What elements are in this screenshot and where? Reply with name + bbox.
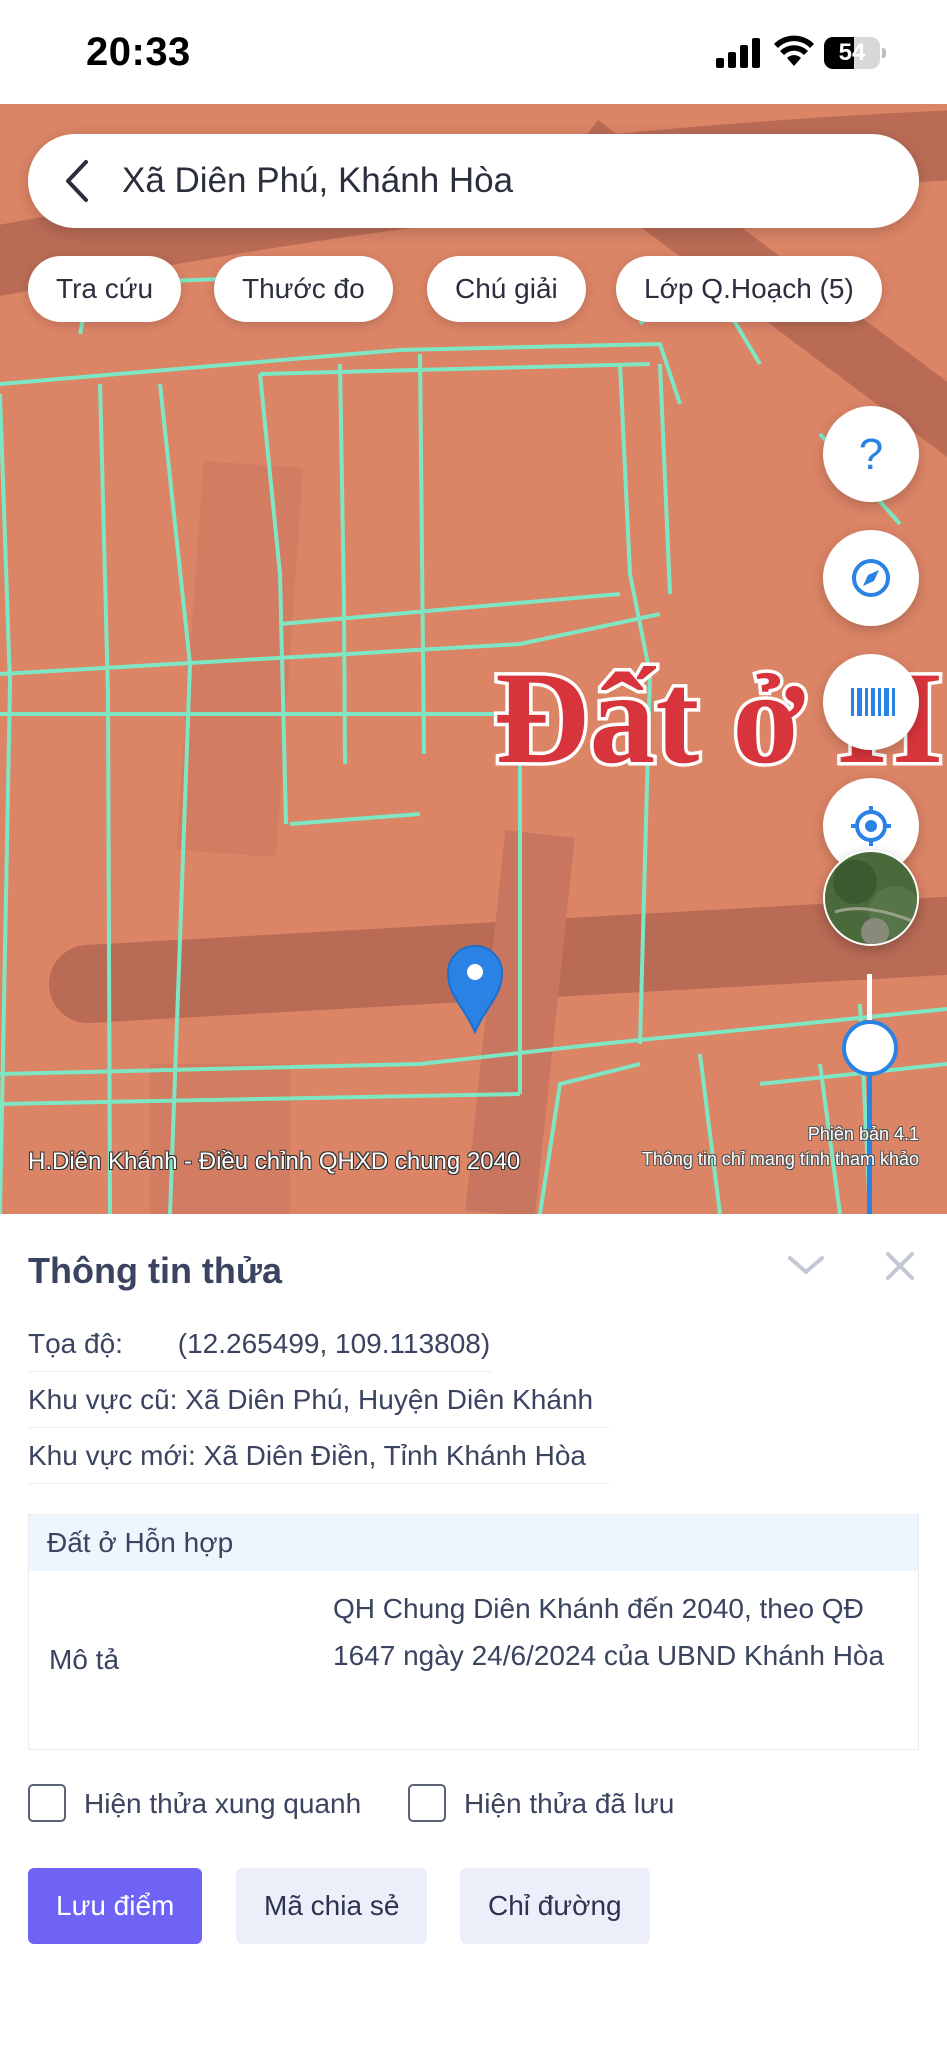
chip-lookup[interactable]: Tra cứu: [28, 256, 182, 322]
location-pin-icon[interactable]: [446, 944, 504, 1034]
coordinates-value: (12.265499, 109.113808): [177, 1328, 491, 1359]
land-use-table: Đất ở Hỗn hợp Mô tả QH Chung Diên Khánh …: [28, 1514, 919, 1750]
show-surrounding-parcels-label[interactable]: Hiện thửa xung quanh: [84, 1782, 361, 1826]
description-value: QH Chung Diên Khánh đến 2040, theo QĐ 16…: [333, 1593, 885, 1671]
old-area-row: Khu vực cũ: Xã Diên Phú, Huyện Diên Khán…: [28, 1372, 610, 1428]
status-time: 20:33: [86, 30, 191, 74]
status-bar: 20:33 54: [0, 0, 947, 104]
show-surrounding-parcels-checkbox[interactable]: [28, 1784, 66, 1822]
directions-button[interactable]: Chỉ đường: [460, 1868, 650, 1944]
old-area-label: Khu vực cũ:: [28, 1384, 178, 1415]
save-point-button[interactable]: Lưu điểm: [28, 1868, 203, 1944]
chip-legend[interactable]: Chú giải: [427, 256, 586, 322]
panel-title: Thông tin thửa: [28, 1250, 283, 1291]
barcode-icon: [851, 688, 895, 716]
show-saved-parcels-label[interactable]: Hiện thửa đã lưu: [464, 1782, 674, 1826]
parcel-info-panel: Thông tin thửa Tọa độ: (12.265499, 109.1…: [0, 1214, 947, 2048]
compass-button[interactable]: [823, 530, 919, 626]
battery-level: 54: [838, 39, 866, 66]
zoom-slider-thumb[interactable]: [842, 1020, 898, 1076]
map-disclaimer: Thông tin chỉ mang tính tham khảo: [641, 1149, 919, 1169]
description-label: Mô tả: [49, 1644, 120, 1675]
help-icon: ?: [859, 430, 883, 479]
map-plan-caption: H.Diên Khánh - Điều chỉnh QHXD chung 204…: [28, 1148, 521, 1175]
wifi-icon: [774, 35, 814, 66]
coordinates-row: Tọa độ: (12.265499, 109.113808): [28, 1316, 492, 1372]
land-use-type: Đất ở Hỗn hợp: [29, 1515, 918, 1571]
show-surrounding-parcels-option[interactable]: Hiện thửa xung quanh: [28, 1782, 388, 1826]
map-version: Phiên bản 4.1: [807, 1124, 919, 1144]
svg-text:?: ?: [859, 430, 883, 479]
search-bar[interactable]: Xã Diên Phú, Khánh Hòa: [28, 134, 919, 228]
close-icon[interactable]: [880, 1246, 920, 1286]
satellite-layer-button[interactable]: [823, 850, 919, 946]
old-area-value: Xã Diên Phú, Huyện Diên Khánh: [185, 1384, 594, 1415]
new-area-label: Khu vực mới:: [28, 1440, 196, 1471]
chip-measure[interactable]: Thước đo: [214, 256, 393, 322]
help-button[interactable]: ?: [823, 406, 919, 502]
barcode-button[interactable]: [823, 654, 919, 750]
coordinates-label: Tọa độ:: [28, 1328, 123, 1359]
chevron-down-icon[interactable]: [786, 1246, 826, 1286]
search-location-text[interactable]: Xã Diên Phú, Khánh Hòa: [122, 134, 513, 228]
show-saved-parcels-checkbox[interactable]: [408, 1784, 446, 1822]
chip-planning-layers[interactable]: Lớp Q.Hoạch (5): [616, 256, 882, 322]
battery-icon: 54: [824, 37, 886, 69]
share-code-button[interactable]: Mã chia sẻ: [236, 1868, 428, 1944]
satellite-layer-icon: [825, 852, 917, 944]
new-area-row: Khu vực mới: Xã Diên Điền, Tỉnh Khánh Hò…: [28, 1428, 610, 1484]
new-area-value: Xã Diên Điền, Tỉnh Khánh Hòa: [203, 1440, 586, 1471]
map-view[interactable]: Đất ở H Xã Diên Phú, Khánh Hòa Tra cứu T…: [0, 104, 947, 1214]
show-saved-parcels-option[interactable]: Hiện thửa đã lưu: [408, 1782, 708, 1826]
cellular-signal-icon: [716, 38, 760, 68]
back-icon[interactable]: [58, 156, 98, 206]
compass-icon: [852, 559, 890, 597]
